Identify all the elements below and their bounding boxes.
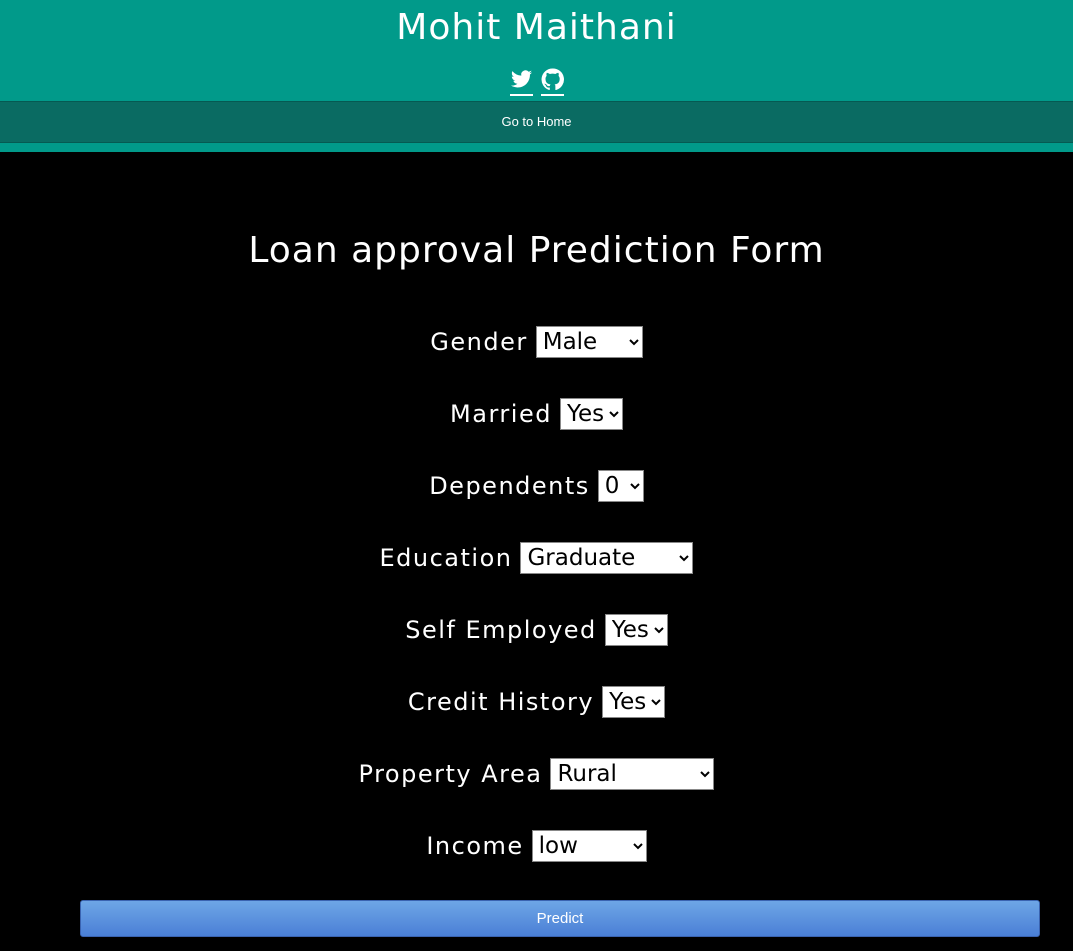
property-area-label: Property Area (358, 760, 543, 788)
go-to-home-link[interactable]: Go to Home (0, 114, 1073, 129)
predict-button[interactable]: Predict (80, 900, 1040, 937)
site-title: Mohit Maithani (396, 7, 677, 48)
github-link[interactable] (540, 68, 564, 96)
form-title: Loan approval Prediction Form (248, 230, 825, 271)
income-select[interactable]: low (531, 830, 647, 862)
credit-history-select[interactable]: Yes (602, 686, 666, 718)
credit-history-row: Credit History Yes (0, 685, 1073, 719)
dependents-row: Dependents 0 (0, 469, 1073, 503)
social-links (0, 68, 1073, 96)
education-row: Education Graduate (0, 541, 1073, 575)
income-label: Income (426, 832, 524, 860)
dependents-label: Dependents (429, 472, 590, 500)
gender-row: Gender Male (0, 325, 1073, 359)
site-header: Mohit Maithani (0, 0, 1073, 101)
self-employed-select[interactable]: Yes (604, 614, 668, 646)
nav-divider (0, 143, 1073, 152)
property-area-select[interactable]: Rural (550, 758, 715, 790)
self-employed-label: Self Employed (405, 616, 597, 644)
gender-select[interactable]: Male (535, 326, 643, 358)
github-icon (541, 68, 564, 91)
dependents-select[interactable]: 0 (597, 470, 644, 502)
gender-label: Gender (430, 328, 528, 356)
twitter-link[interactable] (509, 68, 533, 96)
twitter-icon (510, 70, 532, 88)
navbar: Go to Home (0, 101, 1073, 143)
credit-history-label: Credit History (407, 688, 595, 716)
married-select[interactable]: Yes (559, 398, 623, 430)
married-row: Married Yes (0, 397, 1073, 431)
property-area-row: Property Area Rural (0, 757, 1073, 791)
education-label: Education (379, 544, 513, 572)
education-select[interactable]: Graduate (520, 542, 694, 574)
married-label: Married (450, 400, 552, 428)
self-employed-row: Self Employed Yes (0, 613, 1073, 647)
income-row: Income low (0, 829, 1073, 863)
